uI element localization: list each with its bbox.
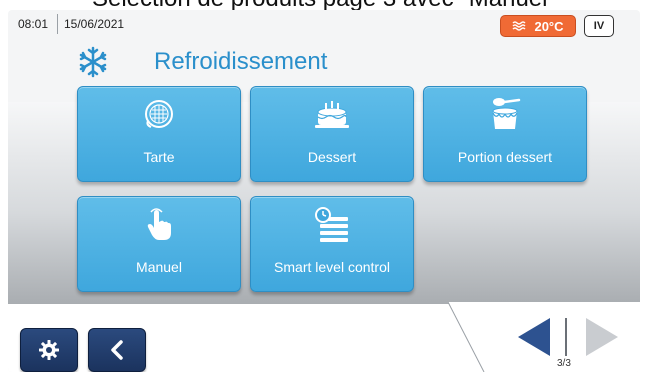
clock-time: 08:01 [18,17,49,31]
page-title: Refroidissement [154,48,328,75]
back-button[interactable] [88,328,146,372]
program-tile-manuel[interactable]: Manuel [77,196,241,292]
tile-label: Portion dessert [457,149,553,165]
next-page-button[interactable] [584,316,620,358]
status-bar: 08:01 15/06/2021 20°C IV [8,10,640,38]
hand-pointer-icon [147,208,171,240]
prev-page-button[interactable] [516,316,552,358]
tile-label: Dessert [307,149,357,165]
tile-label: Smart level control [274,259,390,275]
title-row: Refroidissement [76,42,327,82]
mode-badge[interactable]: IV [584,15,614,37]
program-tile-tarte[interactable]: Tarte [77,86,241,182]
portion-dessert-icon [492,98,521,129]
gear-icon [39,340,59,360]
chevron-left-icon [111,340,123,360]
oven-screen: 08:01 15/06/2021 20°C IV Refroidissement… [8,10,640,372]
temperature-value: 20°C [534,18,564,34]
program-tile-dessert[interactable]: Dessert [250,86,414,182]
program-tile-portion-dessert[interactable]: Portion dessert [423,86,587,182]
clock-date: 15/06/2021 [64,17,125,31]
settings-button[interactable] [20,328,78,372]
program-tile-smart-level-control[interactable]: Smart level control [250,196,414,292]
tile-label: Manuel [136,259,182,275]
tart-icon [145,100,173,128]
temperature-badge[interactable]: 20°C [500,15,576,37]
screenshot-caption: Sélection de produits page 3 avec "Manue… [0,0,648,11]
heat-waves-icon [512,21,526,31]
status-divider [57,14,58,34]
snowflake-icon [79,46,107,78]
page-indicator: 3/3 [557,358,571,369]
cake-icon [315,101,349,128]
smart-level-icon [315,207,348,242]
tile-label: Tarte [143,149,175,165]
pager-divider [565,318,567,356]
